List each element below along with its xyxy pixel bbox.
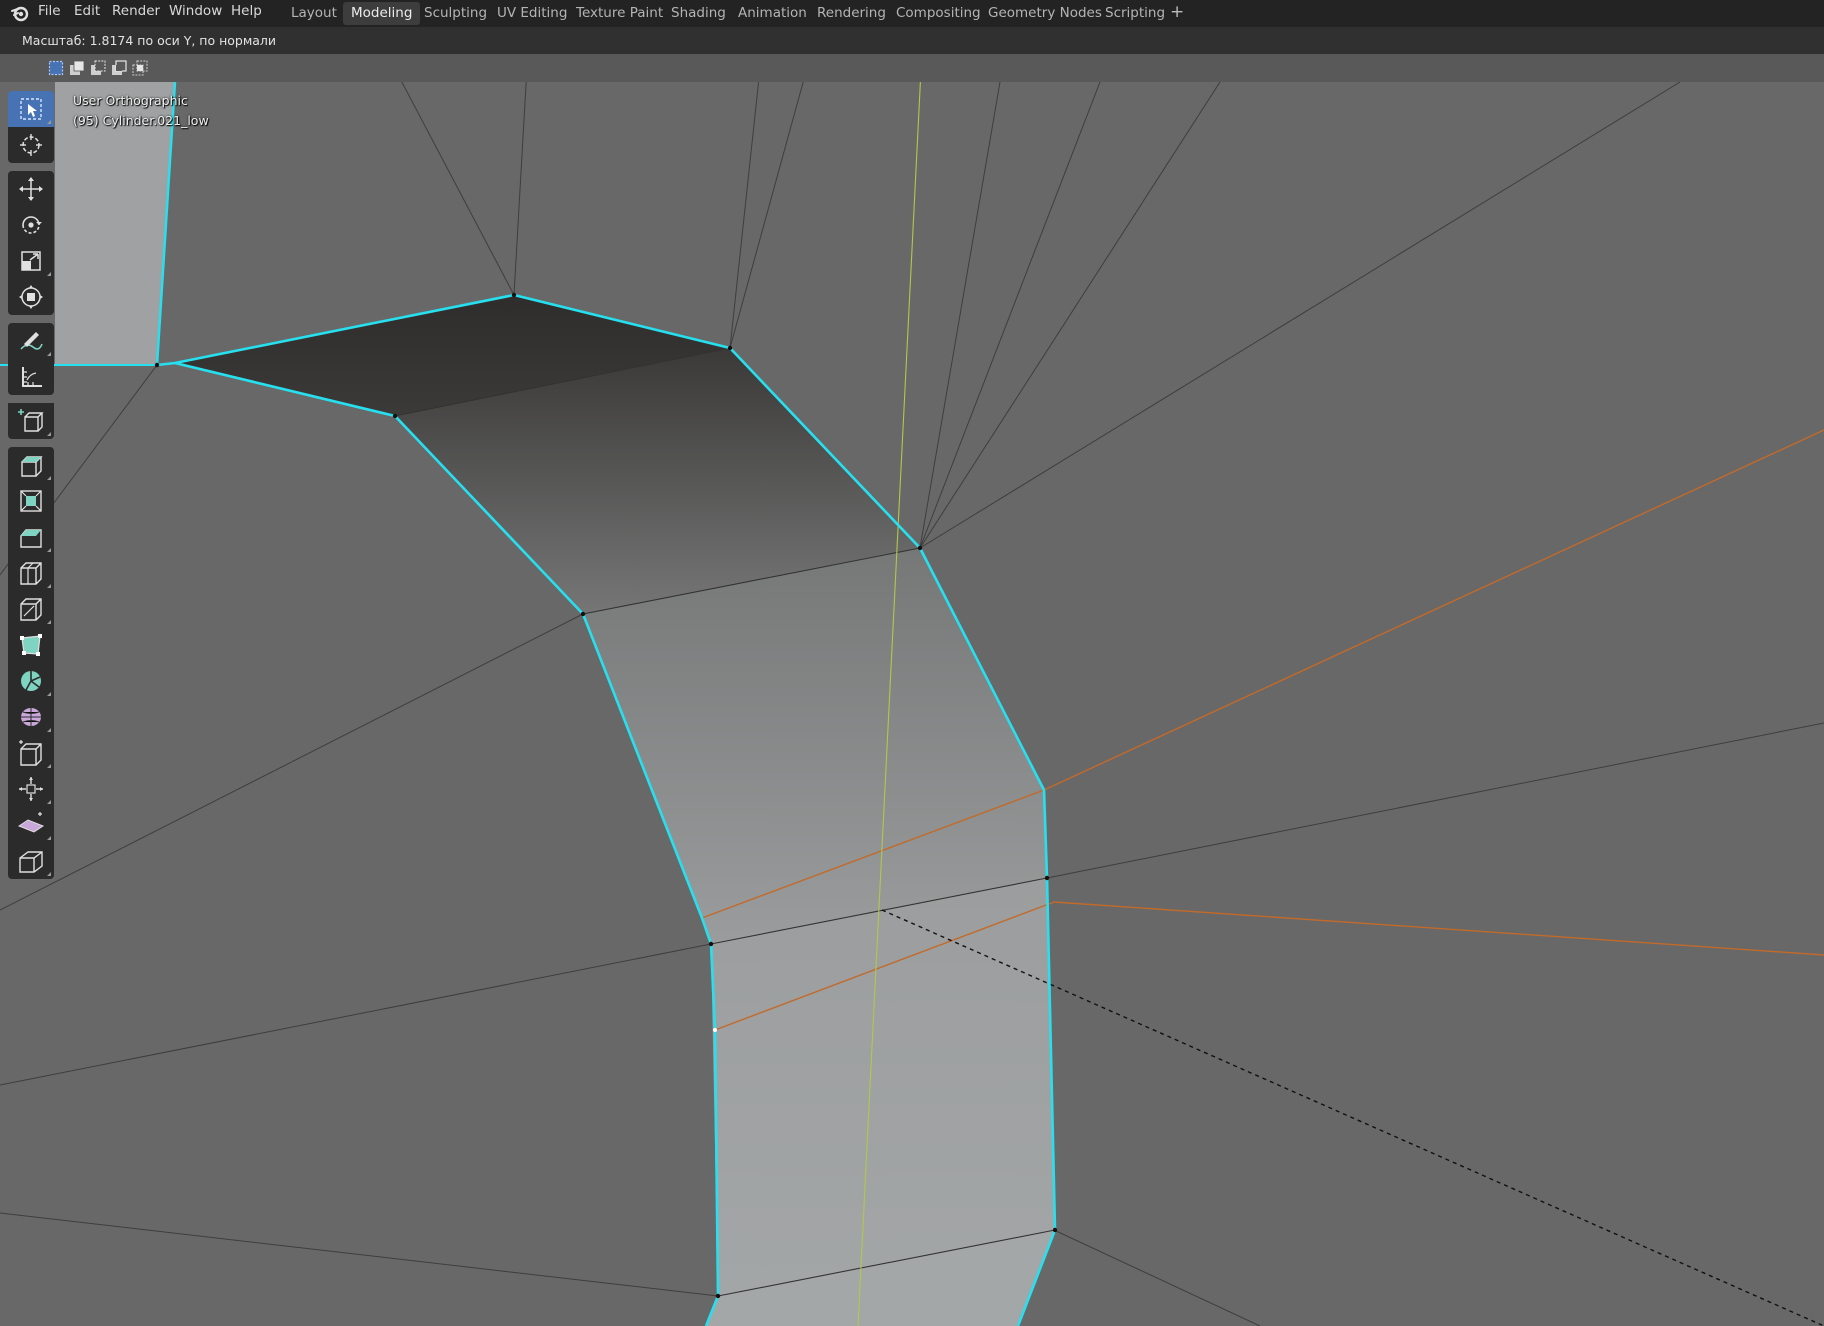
tool-shrink-fatten[interactable] xyxy=(8,771,54,807)
add-cube-icon xyxy=(18,409,44,432)
cursor-icon xyxy=(20,134,42,156)
shear-icon xyxy=(17,812,45,833)
select-intersect-icon[interactable] xyxy=(132,60,148,76)
loop-cut-icon xyxy=(20,562,42,585)
smooth-icon xyxy=(21,708,41,726)
tab-scripting[interactable]: Scripting xyxy=(1105,2,1165,25)
tool-smooth[interactable] xyxy=(8,699,54,735)
tab-texture-paint[interactable]: Texture Paint xyxy=(576,2,663,25)
menu-file[interactable]: File xyxy=(38,0,61,27)
tab-uv-editing[interactable]: UV Editing xyxy=(497,2,567,25)
tool-bevel[interactable] xyxy=(8,519,54,555)
tab-modeling[interactable]: Modeling xyxy=(343,2,421,25)
menu-window[interactable]: Window xyxy=(169,0,222,27)
tool-annotate[interactable] xyxy=(8,323,54,359)
move-icon xyxy=(19,177,43,201)
rip-region-icon xyxy=(19,851,43,873)
knife-icon xyxy=(20,598,42,621)
tab-sculpting[interactable]: Sculpting xyxy=(424,2,487,25)
extrude-region-icon xyxy=(21,456,43,477)
poly-build-icon xyxy=(20,634,42,656)
top-bar: File Edit Render Window Help Layout Mode… xyxy=(0,0,1824,27)
tool-extrude-region[interactable] xyxy=(8,447,54,483)
spin-icon xyxy=(21,671,41,691)
select-subtract-icon[interactable] xyxy=(90,60,106,76)
select-extend-icon[interactable] xyxy=(69,60,85,76)
view-name-label: User Orthographic xyxy=(73,93,188,108)
select-new-icon[interactable] xyxy=(48,60,64,76)
tool-edge-slide[interactable] xyxy=(8,735,54,771)
tool-shear[interactable] xyxy=(8,807,54,843)
operator-text: Масштаб: 1.8174 по оси Y, по нормали xyxy=(22,33,277,48)
transform-icon xyxy=(19,285,43,309)
tool-rotate[interactable] xyxy=(8,207,54,243)
tool-knife[interactable] xyxy=(8,591,54,627)
tab-animation[interactable]: Animation xyxy=(738,2,807,25)
tool-cursor[interactable] xyxy=(8,127,54,163)
tool-inset-faces[interactable] xyxy=(8,483,54,519)
annotate-icon xyxy=(20,332,43,350)
menu-help[interactable]: Help xyxy=(231,0,262,27)
tab-layout[interactable]: Layout xyxy=(291,2,337,25)
scale-icon xyxy=(21,251,41,271)
viewport-header xyxy=(0,54,1824,82)
rotate-icon xyxy=(22,216,42,234)
tab-rendering[interactable]: Rendering xyxy=(817,2,886,25)
blender-logo-icon[interactable] xyxy=(10,3,30,23)
tool-rip-region[interactable] xyxy=(8,843,54,879)
edge-slide-icon xyxy=(19,740,42,766)
select-box-icon xyxy=(20,98,42,120)
tool-add-cube[interactable] xyxy=(8,403,54,439)
tool-measure[interactable] xyxy=(8,359,54,395)
tab-compositing[interactable]: Compositing xyxy=(896,2,981,25)
active-object-label: (95) Cylinder.021_low xyxy=(73,113,209,128)
select-invert-icon[interactable] xyxy=(111,60,127,76)
operator-status-bar: Масштаб: 1.8174 по оси Y, по нормали xyxy=(0,27,1824,54)
tool-move[interactable] xyxy=(8,171,54,207)
add-workspace-button[interactable]: + xyxy=(1170,2,1184,25)
tool-spin[interactable] xyxy=(8,663,54,699)
tool-poly-build[interactable] xyxy=(8,627,54,663)
tool-transform[interactable] xyxy=(8,279,54,315)
bevel-icon xyxy=(20,529,42,548)
menu-render[interactable]: Render xyxy=(112,0,160,27)
tool-scale[interactable] xyxy=(8,243,54,279)
3d-viewport[interactable] xyxy=(0,82,1824,1326)
tab-geometry-nodes[interactable]: Geometry Nodes xyxy=(988,2,1102,25)
measure-icon xyxy=(22,367,42,387)
shrink-fatten-icon xyxy=(19,777,43,801)
viewport-info-overlay: User Orthographic (95) Cylinder.021_low xyxy=(73,91,209,131)
inset-faces-icon xyxy=(20,490,42,512)
menu-edit[interactable]: Edit xyxy=(74,0,100,27)
tab-shading[interactable]: Shading xyxy=(671,2,726,25)
tool-loop-cut[interactable] xyxy=(8,555,54,591)
tool-select-box[interactable] xyxy=(8,91,54,127)
